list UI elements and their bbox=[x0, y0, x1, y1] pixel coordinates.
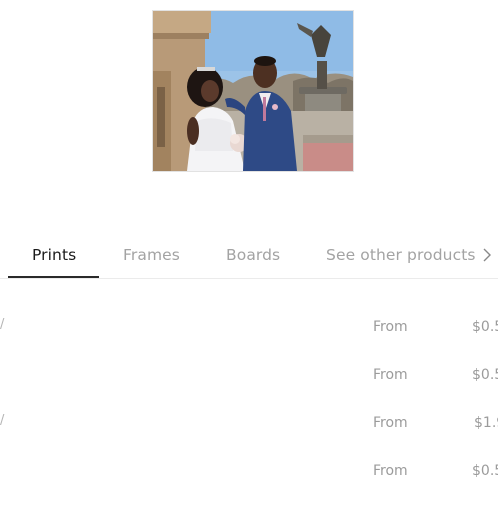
from-label: From bbox=[373, 415, 408, 431]
product-tabs: Prints Frames Boards See other products bbox=[0, 233, 498, 279]
from-label: From bbox=[373, 463, 408, 479]
from-label: From bbox=[373, 367, 408, 383]
list-item[interactable]: / From $1.9 bbox=[0, 410, 498, 436]
list-item[interactable]: From $0.5 bbox=[0, 458, 498, 484]
chevron-right-icon[interactable] bbox=[478, 246, 498, 264]
active-tab-indicator bbox=[8, 276, 99, 278]
price-value: $0.5 bbox=[472, 463, 498, 479]
list-item[interactable]: From $0.5 bbox=[0, 362, 498, 388]
price-value: $1.9 bbox=[474, 415, 498, 431]
row-edge-mark: / bbox=[0, 317, 5, 332]
from-label: From bbox=[373, 319, 408, 335]
row-edge-mark: / bbox=[0, 413, 5, 428]
tab-boards[interactable]: Boards bbox=[226, 233, 280, 277]
tab-frames[interactable]: Frames bbox=[123, 233, 180, 277]
list-item[interactable]: / From $0.5 bbox=[0, 314, 498, 340]
price-value: $0.5 bbox=[472, 319, 498, 335]
tab-see-other-products[interactable]: See other products bbox=[326, 233, 476, 277]
tab-prints[interactable]: Prints bbox=[32, 233, 76, 277]
wedding-photo-image bbox=[153, 11, 353, 171]
product-photo[interactable] bbox=[152, 10, 354, 172]
price-value: $0.5 bbox=[472, 367, 498, 383]
